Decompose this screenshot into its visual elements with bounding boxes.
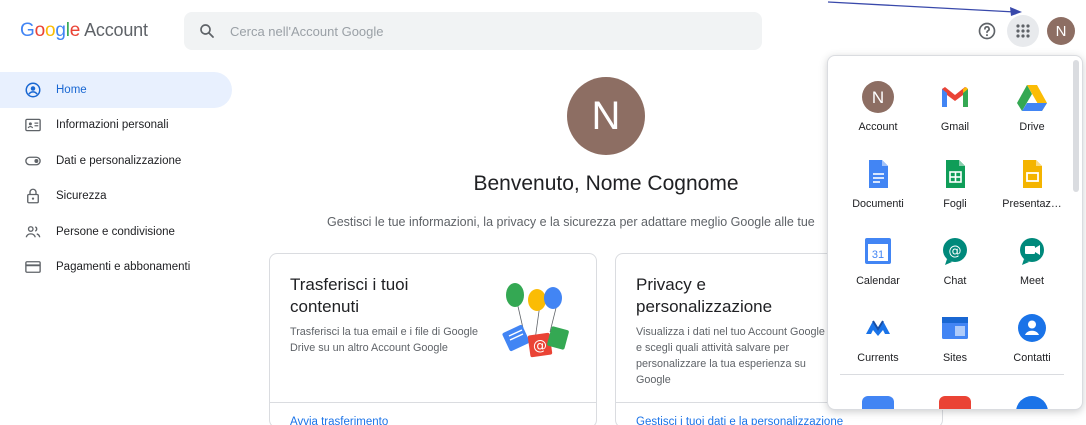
google-apps-panel: N Account Gmail Drive Documenti Fogli Pr… xyxy=(827,55,1083,410)
id-card-icon xyxy=(24,116,42,134)
app-meet[interactable]: Meet xyxy=(992,235,1072,305)
people-icon xyxy=(24,223,42,241)
sidebar-item-people-sharing[interactable]: Persone e condivisione xyxy=(0,214,232,250)
slides-icon xyxy=(1023,160,1042,188)
app-contacts[interactable]: Contatti xyxy=(992,312,1072,382)
sidebar-item-personal-info[interactable]: Informazioni personali xyxy=(0,108,232,144)
sites-icon xyxy=(942,317,968,339)
app-calendar[interactable]: 31 Calendar xyxy=(838,235,918,305)
app-drive[interactable]: Drive xyxy=(992,81,1072,151)
app-label: Meet xyxy=(1019,275,1044,287)
home-icon xyxy=(24,81,42,99)
card-description: Visualizza i dati nel tuo Account Google… xyxy=(636,326,825,386)
card-description: Trasferisci la tua email e i file di Goo… xyxy=(290,326,479,354)
help-icon xyxy=(978,22,996,40)
manage-data-link[interactable]: Gestisci i tuoi dati e la personalizzazi… xyxy=(636,416,843,425)
google-account-logo[interactable]: Google Account xyxy=(20,20,148,42)
calendar-icon-day: 31 xyxy=(872,249,884,261)
app-label: Calendar xyxy=(856,275,900,287)
drive-icon xyxy=(1017,85,1047,111)
contacts-icon xyxy=(1018,314,1046,342)
sidebar-item-label: Home xyxy=(56,83,87,96)
app-label: Contatti xyxy=(1013,352,1051,364)
sidebar-item-payments[interactable]: Pagamenti e abbonamenti xyxy=(0,250,232,286)
app-chat[interactable]: @ Chat xyxy=(915,235,995,305)
card-icon xyxy=(24,258,42,276)
logo-letter: o xyxy=(34,20,46,41)
sidebar-item-data-personalization[interactable]: Dati e personalizzazione xyxy=(0,143,232,179)
app-gmail[interactable]: Gmail xyxy=(915,81,995,151)
account-avatar-button[interactable]: N xyxy=(1047,17,1075,45)
app-label: Gmail xyxy=(940,121,970,133)
app-partial-icon[interactable] xyxy=(862,396,894,409)
app-slides[interactable]: Presentaz… xyxy=(992,158,1072,228)
app-label: Drive xyxy=(1019,121,1045,133)
logo-letter: o xyxy=(44,20,56,41)
account-icon-initial: N xyxy=(872,88,884,107)
sidebar-item-home[interactable]: Home xyxy=(0,72,232,108)
welcome-subtitle: Gestisci le tue informazioni, la privacy… xyxy=(327,215,815,229)
panel-scrollbar[interactable] xyxy=(1073,60,1079,192)
app-account[interactable]: N Account xyxy=(838,81,918,151)
panel-divider xyxy=(840,374,1064,375)
sidebar-item-label: Sicurezza xyxy=(56,190,107,203)
sidebar-item-label: Dati e personalizzazione xyxy=(56,154,182,167)
google-apps-button[interactable] xyxy=(1007,15,1039,47)
calendar-icon: 31 xyxy=(865,238,891,264)
welcome-heading: Benvenuto, Nome Cognome xyxy=(473,172,739,195)
search-icon[interactable] xyxy=(198,22,216,40)
app-docs[interactable]: Documenti xyxy=(838,158,918,228)
chat-icon: @ xyxy=(943,238,967,265)
sheets-icon xyxy=(946,160,965,188)
app-label: Documenti xyxy=(852,198,904,210)
sidebar-item-label: Persone e condivisione xyxy=(56,225,175,238)
svg-text:@: @ xyxy=(533,338,547,354)
app-sheets[interactable]: Fogli xyxy=(915,158,995,228)
app-label: Chat xyxy=(943,275,967,287)
help-button[interactable] xyxy=(971,15,1003,47)
app-currents[interactable]: Currents xyxy=(838,312,918,382)
svg-text:@: @ xyxy=(949,244,962,259)
toggle-icon xyxy=(24,152,42,170)
logo-letter: G xyxy=(20,20,35,41)
app-label: Account xyxy=(858,121,898,133)
logo-letter: g xyxy=(55,20,66,41)
app-partial-icon[interactable] xyxy=(1016,396,1048,409)
app-sites[interactable]: Sites xyxy=(915,312,995,382)
search-input[interactable] xyxy=(230,21,730,41)
card-divider xyxy=(270,402,596,403)
transfer-illustration: @ xyxy=(502,283,569,358)
currents-icon xyxy=(866,320,890,336)
sidebar-item-security[interactable]: Sicurezza xyxy=(0,179,232,215)
start-transfer-link[interactable]: Avvia trasferimento xyxy=(290,416,388,425)
sidebar-item-label: Informazioni personali xyxy=(56,119,169,132)
card-title: Privacy e personalizzazione xyxy=(636,275,773,316)
gmail-icon xyxy=(942,87,968,107)
profile-avatar[interactable]: N xyxy=(567,77,645,155)
meet-icon xyxy=(1020,238,1044,265)
app-label: Presentaz… xyxy=(1002,198,1062,210)
logo-suffix: Account xyxy=(84,20,148,40)
logo-letter: e xyxy=(69,20,81,41)
app-label: Currents xyxy=(857,352,899,364)
search-bar[interactable] xyxy=(184,12,762,50)
card-title: Trasferisci i tuoi contenuti xyxy=(290,275,409,316)
account-icon: N xyxy=(862,81,894,113)
app-partial-icon[interactable] xyxy=(939,396,971,409)
app-label: Sites xyxy=(942,352,967,364)
sidebar-item-label: Pagamenti e abbonamenti xyxy=(56,261,191,274)
transfer-content-card[interactable]: Trasferisci i tuoi contenuti Trasferisci… xyxy=(269,253,597,425)
lock-icon xyxy=(24,187,42,205)
app-label: Fogli xyxy=(943,198,967,210)
apps-grid-icon xyxy=(1016,24,1030,38)
sidebar-nav: Home Informazioni personali Dati e perso… xyxy=(0,72,232,285)
docs-icon xyxy=(869,160,888,188)
